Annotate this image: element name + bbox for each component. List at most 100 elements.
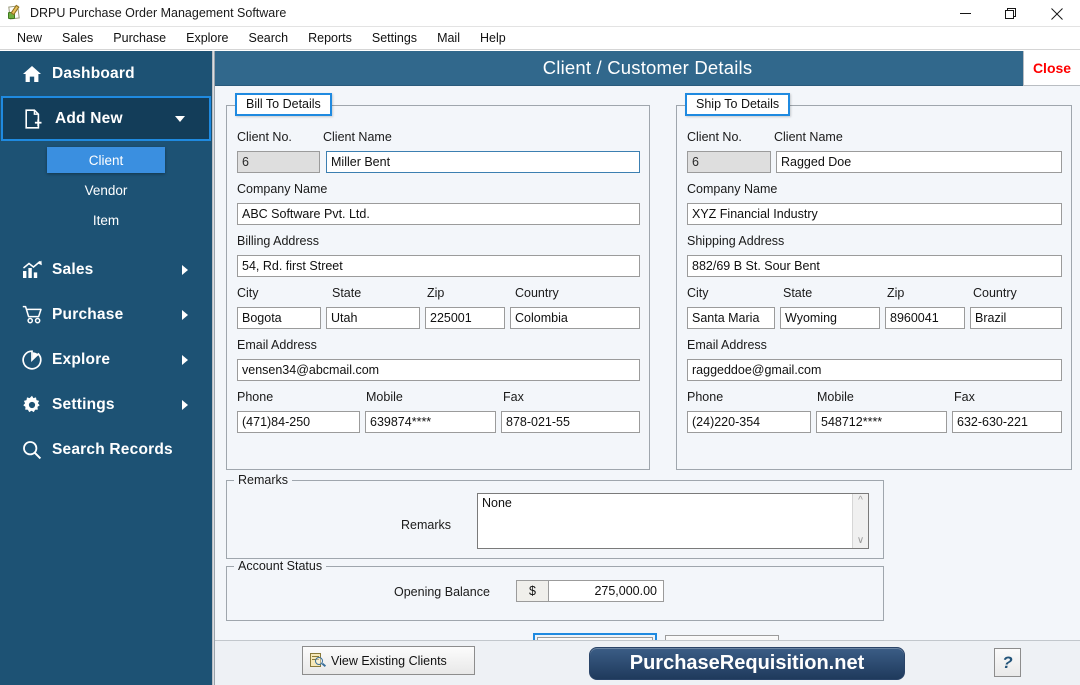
- remarks-scrollbar[interactable]: ^ ∨: [852, 494, 868, 548]
- remarks-value: None: [482, 496, 512, 510]
- chevron-right-icon: [182, 265, 188, 275]
- bill-zip-label: Zip: [427, 286, 444, 300]
- menubar: New Sales Purchase Explore Search Report…: [0, 27, 1080, 50]
- chevron-down-icon[interactable]: ∨: [857, 536, 864, 546]
- ship-city-input[interactable]: Santa Maria: [687, 307, 775, 329]
- bill-client-no-input: 6: [237, 151, 320, 173]
- ship-mobile-label: Mobile: [817, 390, 854, 404]
- home-icon: [22, 65, 52, 83]
- sidebar-item-label: Add New: [55, 110, 123, 128]
- remarks-group-label: Remarks: [234, 473, 292, 487]
- sidebar-subitem-vendor[interactable]: Vendor: [0, 175, 212, 205]
- ship-client-name-label: Client Name: [774, 130, 843, 144]
- bill-to-group: Bill To Details Client No. Client Name 6…: [226, 105, 650, 470]
- sidebar-item-add-new[interactable]: Add New: [1, 96, 211, 141]
- ship-fax-input[interactable]: 632-630-221: [952, 411, 1062, 433]
- bill-phone-input[interactable]: (471)84-250: [237, 411, 360, 433]
- view-existing-clients-button[interactable]: View Existing Clients: [302, 646, 475, 675]
- workspace: Dashboard Add New Client Vendor Item: [0, 51, 1080, 685]
- chevron-down-icon: [175, 116, 185, 122]
- form-header: Client / Customer Details Close: [215, 51, 1080, 86]
- help-button[interactable]: ?: [994, 648, 1021, 677]
- menu-item-purchase[interactable]: Purchase: [103, 29, 176, 47]
- sidebar-subitem-label: Vendor: [47, 177, 165, 203]
- question-mark-icon: ?: [1002, 653, 1012, 673]
- bill-country-label: Country: [515, 286, 559, 300]
- ship-mobile-input[interactable]: 548712****: [816, 411, 947, 433]
- bill-mobile-input[interactable]: 639874****: [365, 411, 496, 433]
- ship-to-tab[interactable]: Ship To Details: [685, 93, 790, 116]
- remarks-field-label: Remarks: [401, 518, 451, 532]
- remarks-textarea[interactable]: None ^ ∨: [477, 493, 869, 549]
- bill-zip-input[interactable]: 225001: [425, 307, 505, 329]
- sidebar-subitem-label: Item: [47, 207, 165, 233]
- bill-client-name-input[interactable]: Miller Bent: [326, 151, 640, 173]
- ship-state-label: State: [783, 286, 812, 300]
- ship-zip-label: Zip: [887, 286, 904, 300]
- chevron-right-icon: [182, 400, 188, 410]
- close-form-button[interactable]: Close: [1023, 51, 1080, 86]
- bill-address-label: Billing Address: [237, 234, 319, 248]
- app-icon: [7, 5, 23, 21]
- ship-client-name-input[interactable]: Ragged Doe: [776, 151, 1062, 173]
- bill-state-label: State: [332, 286, 361, 300]
- bill-city-input[interactable]: Bogota: [237, 307, 321, 329]
- account-status-group: Account Status Opening Balance $ 275,000…: [226, 566, 884, 621]
- ship-state-input[interactable]: Wyoming: [780, 307, 880, 329]
- opening-balance-input[interactable]: 275,000.00: [548, 580, 664, 602]
- bill-city-label: City: [237, 286, 259, 300]
- sidebar-item-explore[interactable]: Explore: [0, 337, 212, 382]
- ship-address-input[interactable]: 882/69 B St. Sour Bent: [687, 255, 1062, 277]
- sidebar-subitem-label: Client: [47, 147, 165, 173]
- menu-item-settings[interactable]: Settings: [362, 29, 427, 47]
- bill-state-input[interactable]: Utah: [326, 307, 420, 329]
- sidebar-item-search-records[interactable]: Search Records: [0, 427, 212, 472]
- opening-balance-label: Opening Balance: [394, 585, 490, 599]
- maximize-button[interactable]: [988, 0, 1034, 27]
- sidebar-item-settings[interactable]: Settings: [0, 382, 212, 427]
- document-plus-icon: [25, 109, 55, 129]
- menu-item-search[interactable]: Search: [239, 29, 299, 47]
- menu-item-new[interactable]: New: [7, 29, 52, 47]
- bill-fax-input[interactable]: 878-021-55: [501, 411, 640, 433]
- sidebar-item-purchase[interactable]: Purchase: [0, 292, 212, 337]
- chevron-up-icon[interactable]: ^: [858, 496, 863, 506]
- menu-item-reports[interactable]: Reports: [298, 29, 362, 47]
- ship-country-input[interactable]: Brazil: [970, 307, 1062, 329]
- ship-zip-input[interactable]: 8960041: [885, 307, 965, 329]
- footer-bar: View Existing Clients PurchaseRequisitio…: [215, 640, 1080, 685]
- window-titlebar: DRPU Purchase Order Management Software: [0, 0, 1080, 27]
- bill-client-name-label: Client Name: [323, 130, 392, 144]
- sidebar-subitem-item[interactable]: Item: [0, 205, 212, 235]
- ship-email-input[interactable]: raggeddoe@gmail.com: [687, 359, 1062, 381]
- sidebar-item-sales[interactable]: Sales: [0, 247, 212, 292]
- pie-chart-icon: [22, 350, 52, 370]
- view-existing-clients-label: View Existing Clients: [331, 654, 447, 668]
- ship-phone-label: Phone: [687, 390, 723, 404]
- bill-mobile-label: Mobile: [366, 390, 403, 404]
- currency-symbol-field: $: [516, 580, 549, 602]
- sidebar-item-label: Explore: [52, 351, 110, 369]
- ship-address-label: Shipping Address: [687, 234, 784, 248]
- minimize-button[interactable]: [942, 0, 988, 27]
- bill-country-input[interactable]: Colombia: [510, 307, 640, 329]
- menu-item-explore[interactable]: Explore: [176, 29, 238, 47]
- menu-item-help[interactable]: Help: [470, 29, 516, 47]
- bill-to-tab[interactable]: Bill To Details: [235, 93, 332, 116]
- sidebar-item-dashboard[interactable]: Dashboard: [0, 51, 212, 96]
- bill-address-input[interactable]: 54, Rd. first Street: [237, 255, 640, 277]
- menu-item-mail[interactable]: Mail: [427, 29, 470, 47]
- bill-email-input[interactable]: vensen34@abcmail.com: [237, 359, 640, 381]
- bill-email-label: Email Address: [237, 338, 317, 352]
- ship-email-label: Email Address: [687, 338, 767, 352]
- bill-company-name-input[interactable]: ABC Software Pvt. Ltd.: [237, 203, 640, 225]
- sidebar-item-label: Purchase: [52, 306, 123, 324]
- close-window-button[interactable]: [1034, 0, 1080, 27]
- bill-phone-label: Phone: [237, 390, 273, 404]
- ship-company-name-input[interactable]: XYZ Financial Industry: [687, 203, 1062, 225]
- window-controls: [942, 0, 1080, 27]
- menu-item-sales[interactable]: Sales: [52, 29, 103, 47]
- shopping-cart-icon: [22, 305, 52, 324]
- ship-phone-input[interactable]: (24)220-354: [687, 411, 811, 433]
- sidebar-subitem-client[interactable]: Client: [0, 145, 212, 175]
